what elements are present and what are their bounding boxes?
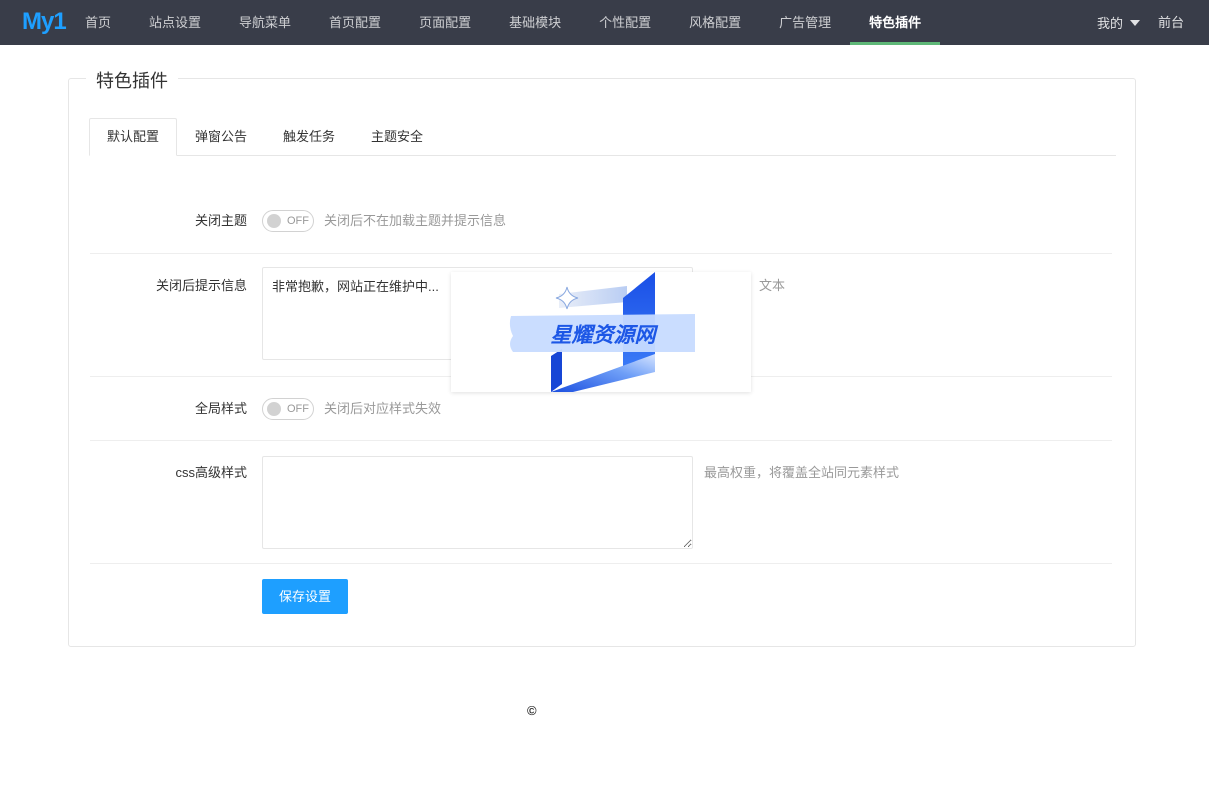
custom-css-label: css高级样式 bbox=[175, 465, 247, 480]
tab-trigger-tasks[interactable]: 触发任务 bbox=[265, 118, 353, 155]
nav-item-label: 首页 bbox=[85, 15, 112, 30]
nav-item-personal-config[interactable]: 个性配置 bbox=[580, 0, 670, 45]
user-menu-label: 我的 bbox=[1097, 16, 1124, 31]
tab-default-config[interactable]: 默认配置 bbox=[89, 118, 178, 156]
frontend-link[interactable]: 前台 bbox=[1158, 0, 1184, 45]
nav-item-nav-menu[interactable]: 导航菜单 bbox=[220, 0, 310, 45]
nav-item-style-config[interactable]: 风格配置 bbox=[670, 0, 760, 45]
logo-shape bbox=[551, 354, 655, 392]
nav-item-homepage-config[interactable]: 首页配置 bbox=[310, 0, 400, 45]
nav-item-home[interactable]: 首页 bbox=[66, 0, 130, 45]
nav-item-site-settings[interactable]: 站点设置 bbox=[130, 0, 220, 45]
close-message-help: 文本 bbox=[759, 278, 786, 293]
nav-item-featured-plugins[interactable]: 特色插件 bbox=[850, 0, 941, 45]
nav-item-basic-modules[interactable]: 基础模块 bbox=[490, 0, 580, 45]
form-divider bbox=[90, 253, 1112, 254]
close-theme-help: 关闭后不在加载主题并提示信息 bbox=[324, 213, 507, 228]
top-nav-bar: My1 首页 站点设置 导航菜单 首页配置 页面配置 基础模块 个性配置 风格配… bbox=[0, 0, 1209, 45]
nav-item-label: 站点设置 bbox=[149, 15, 202, 30]
form-divider bbox=[90, 440, 1112, 441]
close-theme-label: 关闭主题 bbox=[194, 213, 247, 228]
switch-state-text: OFF bbox=[287, 215, 309, 227]
global-style-switch[interactable]: OFF bbox=[262, 398, 314, 420]
caret-down-icon bbox=[1130, 19, 1141, 26]
nav-item-label: 页面配置 bbox=[419, 15, 472, 30]
user-menu[interactable]: 我的 bbox=[1097, 0, 1141, 45]
watermark-logo: 星耀资源网 bbox=[509, 272, 695, 392]
save-button[interactable]: 保存设置 bbox=[262, 579, 348, 614]
nav-item-label: 个性配置 bbox=[599, 15, 652, 30]
switch-knob bbox=[267, 214, 281, 228]
nav-item-label: 广告管理 bbox=[779, 15, 832, 30]
nav-item-page-config[interactable]: 页面配置 bbox=[400, 0, 490, 45]
active-indicator bbox=[850, 42, 941, 45]
watermark-overlay: 星耀资源网 bbox=[451, 272, 751, 392]
global-style-help: 关闭后对应样式失效 bbox=[324, 401, 442, 416]
nav-item-label: 基础模块 bbox=[509, 15, 562, 30]
switch-state-text: OFF bbox=[287, 403, 309, 415]
nav-item-label: 导航菜单 bbox=[239, 15, 292, 30]
tab-popup-notice[interactable]: 弹窗公告 bbox=[177, 118, 265, 155]
nav-item-ad-management[interactable]: 广告管理 bbox=[760, 0, 850, 45]
custom-css-help: 最高权重，将覆盖全站同元素样式 bbox=[704, 465, 900, 480]
panel-title: 特色插件 bbox=[86, 70, 178, 92]
watermark-text: 星耀资源网 bbox=[551, 324, 659, 347]
close-message-label: 关闭后提示信息 bbox=[155, 278, 247, 293]
tab-theme-security[interactable]: 主题安全 bbox=[353, 118, 441, 155]
nav-item-label: 风格配置 bbox=[689, 15, 742, 30]
form-divider bbox=[90, 563, 1112, 564]
app-logo[interactable]: My1 bbox=[22, 7, 67, 37]
switch-knob bbox=[267, 402, 281, 416]
footer-copyright: © bbox=[527, 703, 537, 718]
logo-shape bbox=[551, 349, 562, 392]
custom-css-textarea[interactable] bbox=[262, 456, 693, 549]
nav-item-label: 首页配置 bbox=[329, 15, 382, 30]
nav-item-label: 特色插件 bbox=[869, 15, 922, 30]
close-theme-switch[interactable]: OFF bbox=[262, 210, 314, 232]
tab-bar: 默认配置 弹窗公告 触发任务 主题安全 bbox=[89, 118, 1116, 156]
main-nav: 首页 站点设置 导航菜单 首页配置 页面配置 基础模块 个性配置 风格配置 广告… bbox=[66, 0, 941, 45]
global-style-label: 全局样式 bbox=[194, 401, 247, 416]
